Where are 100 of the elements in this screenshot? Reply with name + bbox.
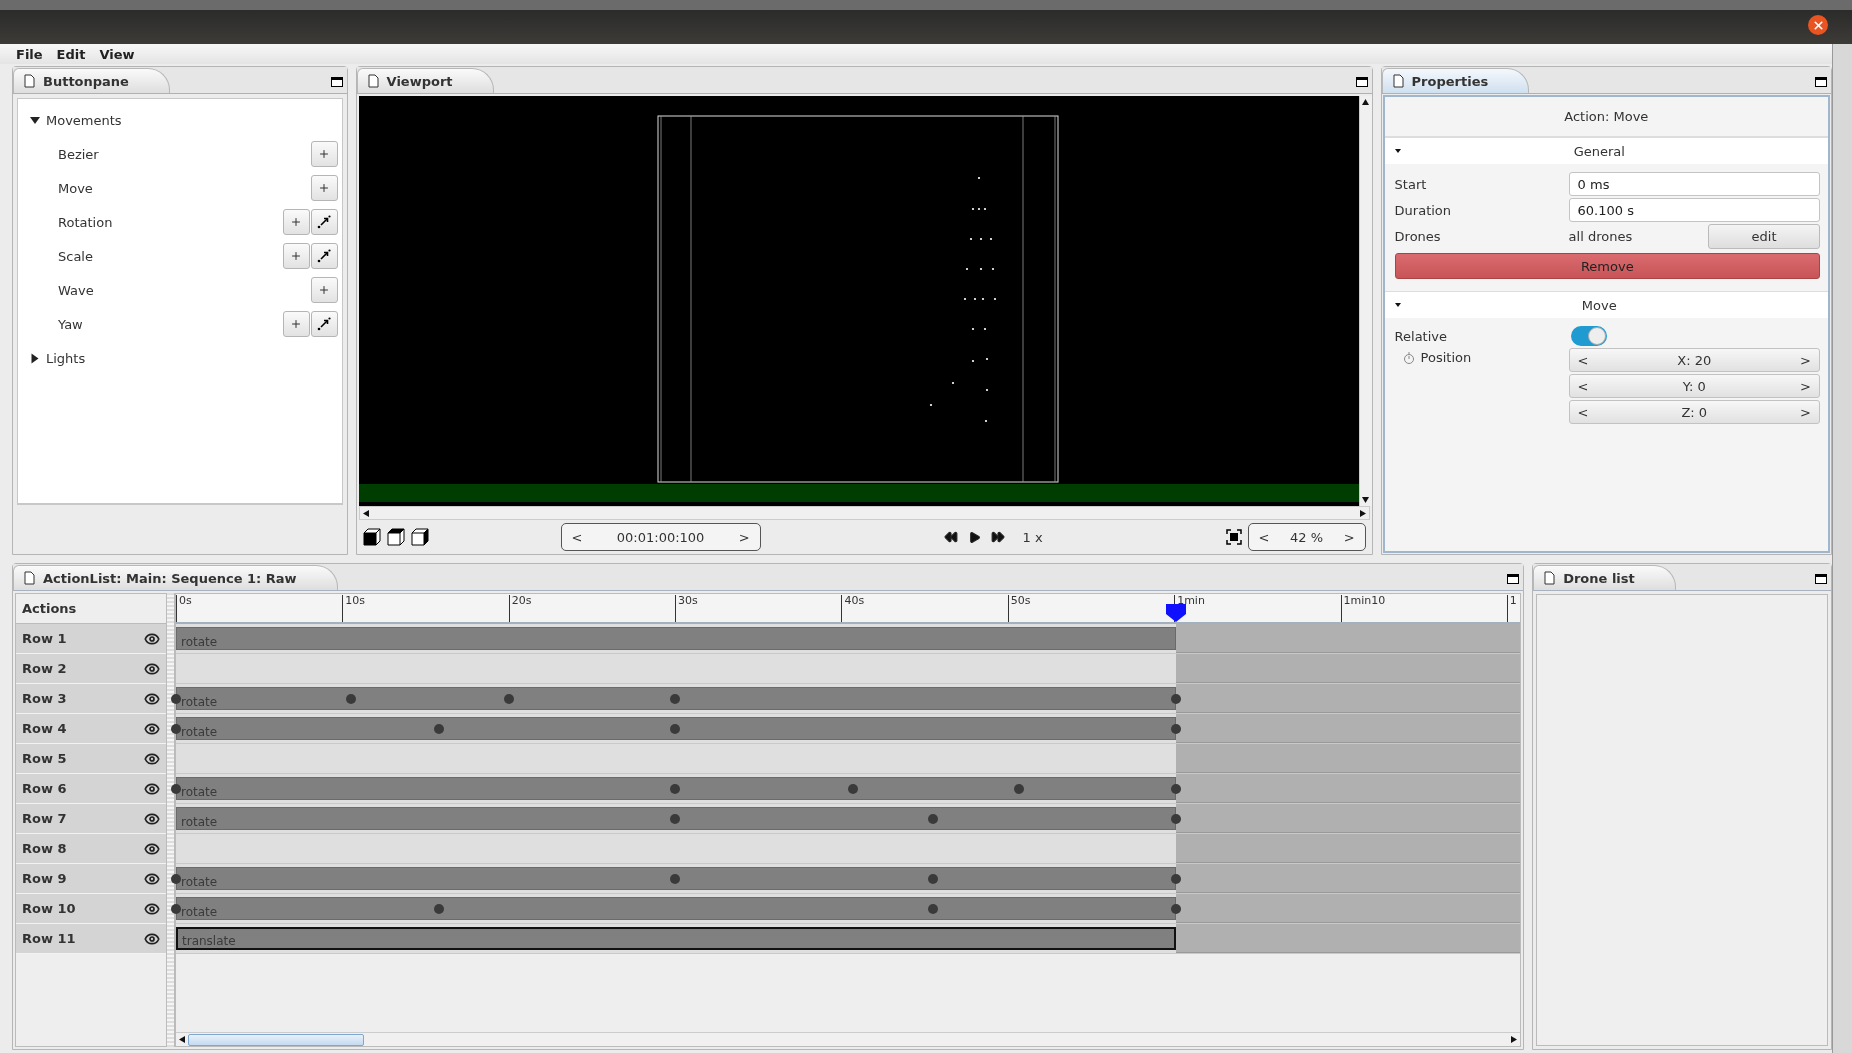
keyframe-dot[interactable] bbox=[503, 694, 514, 704]
panel-tab[interactable]: ActionList: Main: Sequence 1: Raw bbox=[13, 565, 338, 590]
close-button[interactable] bbox=[1808, 15, 1828, 35]
document-icon bbox=[367, 74, 379, 88]
add-button[interactable] bbox=[310, 175, 338, 201]
splitter-handle[interactable] bbox=[167, 593, 175, 1047]
fit-screen-icon[interactable] bbox=[1225, 529, 1242, 545]
tree-item[interactable]: Lights bbox=[46, 350, 338, 366]
menu-item[interactable]: View bbox=[99, 46, 135, 62]
keyframe-dot[interactable] bbox=[171, 904, 181, 914]
pick-button[interactable] bbox=[310, 311, 338, 337]
tree-item[interactable]: Yaw bbox=[58, 316, 277, 332]
vector-stepper[interactable]: < Z: 0 > bbox=[1568, 400, 1820, 424]
maximize-icon[interactable] bbox=[330, 77, 343, 87]
row-header[interactable]: Row 5 bbox=[16, 744, 166, 774]
panel-tab[interactable]: Drone list bbox=[1533, 565, 1676, 590]
arrow-icon[interactable] bbox=[179, 1036, 185, 1043]
arrow-icon[interactable] bbox=[362, 509, 369, 517]
arrow-icon[interactable] bbox=[1362, 99, 1370, 105]
scrollbar[interactable] bbox=[358, 506, 1370, 520]
keyframe-dot[interactable] bbox=[1171, 694, 1182, 704]
row-header[interactable]: Row 7 bbox=[16, 804, 166, 834]
keyframe-dot[interactable] bbox=[1171, 724, 1182, 734]
maximize-icon[interactable] bbox=[1507, 574, 1520, 584]
panel-tab[interactable]: Properties bbox=[1381, 68, 1530, 93]
keyframe-dot[interactable] bbox=[171, 724, 181, 734]
keyframe-dot[interactable] bbox=[1014, 784, 1025, 794]
caret-icon[interactable] bbox=[1394, 303, 1401, 307]
vector-stepper[interactable]: < X: 20 > bbox=[1568, 348, 1820, 372]
panel-tab[interactable]: Buttonpane bbox=[13, 68, 170, 93]
row-header[interactable]: Row 3 bbox=[16, 684, 166, 714]
remove-button[interactable]: Remove bbox=[1394, 253, 1820, 279]
menu-item[interactable]: File bbox=[16, 46, 43, 62]
keyframe-dot[interactable] bbox=[1171, 814, 1182, 824]
fast-forward-icon[interactable] bbox=[990, 530, 1005, 544]
row-header[interactable]: Row 1 bbox=[16, 624, 166, 654]
maximize-icon[interactable] bbox=[1355, 77, 1368, 87]
edit-button[interactable]: edit bbox=[1708, 224, 1820, 249]
section-header[interactable]: Move bbox=[1384, 291, 1828, 318]
ruler-label: 1min10 bbox=[1340, 595, 1386, 622]
row-header[interactable]: Row 11 bbox=[16, 924, 166, 954]
keyframe-dot[interactable] bbox=[1171, 874, 1182, 884]
playhead-marker[interactable] bbox=[1166, 604, 1187, 622]
tree-item[interactable]: Movements bbox=[46, 112, 338, 128]
add-button[interactable] bbox=[310, 141, 338, 167]
keyframe-dot[interactable] bbox=[1171, 784, 1182, 794]
ruler-label: 10s bbox=[342, 595, 366, 622]
arrow-icon[interactable] bbox=[1511, 1036, 1518, 1043]
zoom-stepper[interactable]: < 42 % > bbox=[1247, 523, 1366, 551]
cube-icon[interactable] bbox=[410, 528, 429, 546]
row-header[interactable]: Row 8 bbox=[16, 834, 166, 864]
keyframe-dot[interactable] bbox=[670, 724, 681, 734]
panel-tab[interactable]: Viewport bbox=[356, 68, 494, 93]
keyframe-dot[interactable] bbox=[927, 904, 938, 914]
tree-item[interactable]: Scale bbox=[58, 248, 277, 264]
row-header[interactable]: Row 2 bbox=[16, 654, 166, 684]
pick-button[interactable] bbox=[310, 209, 338, 235]
tree-item[interactable]: Wave bbox=[58, 282, 305, 298]
keyframe-dot[interactable] bbox=[670, 814, 681, 824]
vector-stepper[interactable]: < Y: 0 > bbox=[1568, 374, 1820, 398]
maximize-icon[interactable] bbox=[1815, 77, 1827, 87]
caret-icon[interactable] bbox=[30, 116, 40, 124]
close-icon bbox=[1811, 18, 1825, 32]
cube-icon[interactable] bbox=[362, 528, 381, 546]
keyframe-dot[interactable] bbox=[345, 694, 356, 704]
input-field[interactable]: 60.100 s bbox=[1568, 198, 1820, 222]
keyframe-dot[interactable] bbox=[670, 694, 681, 704]
cube-icon[interactable] bbox=[386, 528, 405, 546]
caret-icon[interactable] bbox=[31, 353, 39, 363]
tree-item[interactable]: Move bbox=[58, 180, 305, 196]
rewind-icon[interactable] bbox=[943, 530, 958, 544]
row-header[interactable]: Row 10 bbox=[16, 894, 166, 924]
scrollbar[interactable] bbox=[176, 1032, 1521, 1046]
menu-item[interactable]: Edit bbox=[56, 46, 86, 62]
keyframe-dot[interactable] bbox=[848, 784, 859, 794]
keyframe-dot[interactable] bbox=[171, 874, 181, 884]
time-stepper[interactable]: < 00:01:00:100 > bbox=[560, 523, 761, 551]
row-header[interactable]: Row 4 bbox=[16, 714, 166, 744]
keyframe-dot[interactable] bbox=[1171, 904, 1182, 914]
speed-label: 1 x bbox=[1022, 529, 1043, 545]
maximize-icon[interactable] bbox=[1815, 574, 1827, 584]
keyframe-dot[interactable] bbox=[433, 904, 444, 914]
keyframe-dot[interactable] bbox=[927, 814, 938, 824]
input-field[interactable]: 0 ms bbox=[1568, 172, 1820, 196]
caret-icon[interactable] bbox=[1394, 149, 1401, 153]
keyframe-dot[interactable] bbox=[171, 784, 181, 794]
pick-button[interactable] bbox=[310, 243, 338, 269]
tree-item[interactable]: Rotation bbox=[58, 214, 277, 230]
keyframe-dot[interactable] bbox=[670, 874, 681, 884]
keyframe-dot[interactable] bbox=[171, 694, 181, 704]
row-header[interactable]: Row 9 bbox=[16, 864, 166, 894]
play-icon[interactable] bbox=[967, 530, 981, 544]
add-button[interactable] bbox=[310, 277, 338, 303]
toggle-switch[interactable] bbox=[1570, 326, 1607, 346]
row-header[interactable]: Row 6 bbox=[16, 774, 166, 804]
keyframe-dot[interactable] bbox=[670, 784, 681, 794]
keyframe-dot[interactable] bbox=[927, 874, 938, 884]
keyframe-dot[interactable] bbox=[433, 724, 444, 734]
section-header[interactable]: General bbox=[1384, 137, 1828, 164]
tree-item[interactable]: Bezier bbox=[58, 146, 305, 162]
